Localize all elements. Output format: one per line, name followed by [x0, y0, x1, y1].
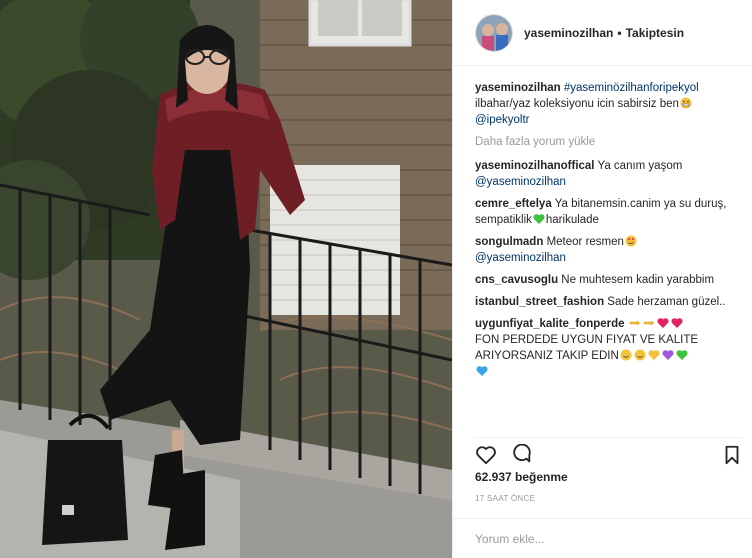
list-item: uygunfiyat_kalite_fonperde FON PERDEDE U… — [475, 316, 743, 380]
comment-input[interactable] — [475, 529, 725, 549]
caption-username[interactable]: yaseminozilhan — [475, 82, 561, 94]
caption: yaseminozilhan #yaseminözilhanforipekyol… — [475, 80, 743, 128]
red-heart-icon — [671, 318, 683, 328]
avatar[interactable] — [475, 13, 513, 52]
comment-icon[interactable] — [511, 444, 533, 466]
pointing-hand-icon — [629, 320, 641, 326]
comment-username[interactable]: cemre_eftelya — [475, 198, 552, 210]
pointing-hand-icon — [643, 320, 655, 326]
wink-emoji-icon — [634, 349, 646, 361]
comment-text: Ne muhtesem kadin yarabbim — [561, 274, 715, 286]
comments-list: yaseminozilhan #yaseminözilhanforipekyol… — [475, 80, 743, 386]
bookmark-icon[interactable] — [721, 444, 743, 466]
list-item: cns_cavusoglu Ne muhtesem kadin yarabbim — [475, 272, 743, 288]
comment-text: Ya canım yaşom — [597, 160, 683, 172]
grimace-emoji-icon — [680, 97, 692, 109]
purple-heart-icon — [662, 350, 674, 360]
post-timestamp[interactable]: 17 SAAT ÖNCE — [475, 494, 535, 503]
list-item: yaseminozilhanoffical Ya canım yaşom @ya… — [475, 158, 743, 190]
post-header: yaseminozilhan • Takiptesin — [453, 0, 752, 66]
list-item: istanbul_street_fashion Sade herzaman gü… — [475, 294, 743, 310]
red-heart-icon — [657, 318, 669, 328]
green-heart-icon — [676, 350, 688, 360]
load-more-comments[interactable]: Daha fazla yorum yükle — [475, 136, 743, 148]
blue-heart-icon — [476, 366, 488, 376]
post-photo-image — [0, 0, 452, 558]
comment-text-2: harikulade — [545, 214, 599, 226]
comment-username[interactable]: uygunfiyat_kalite_fonperde — [475, 318, 625, 330]
header-separator: • — [617, 25, 622, 40]
comment-username[interactable]: songulmadn — [475, 236, 543, 248]
caption-mention[interactable]: @ipekyoltr — [475, 114, 530, 126]
caption-text: ilbahar/yaz koleksiyonu icin sabirsiz be… — [475, 98, 679, 110]
likes-count[interactable]: 62.937 beğenme — [475, 470, 568, 484]
post-actions — [475, 437, 743, 466]
comment-username[interactable]: cns_cavusoglu — [475, 274, 558, 286]
comment-mention[interactable]: @yaseminozilhan — [475, 252, 566, 264]
heart-eyes-emoji-icon — [625, 235, 637, 247]
comment-text: Sade herzaman güzel.. — [607, 296, 726, 308]
heart-icon[interactable] — [475, 444, 497, 466]
comment-username[interactable]: istanbul_street_fashion — [475, 296, 604, 308]
smile-emoji-icon — [620, 349, 632, 361]
green-heart-icon — [533, 214, 545, 224]
comment-username[interactable]: yaseminozilhanoffical — [475, 160, 595, 172]
caption-hashtag[interactable]: #yaseminözilhanforipekyol — [564, 82, 699, 94]
list-item: cemre_eftelya Ya bitanemsin.canim ya su … — [475, 196, 743, 228]
post-photo[interactable] — [0, 0, 452, 558]
header-username[interactable]: yaseminozilhan — [524, 26, 613, 40]
add-comment-bar — [453, 518, 752, 558]
comment-mention[interactable]: @yaseminozilhan — [475, 176, 566, 188]
comment-text: Meteor resmen — [546, 236, 624, 248]
yellow-heart-icon — [648, 350, 660, 360]
follow-status[interactable]: Takiptesin — [626, 26, 684, 40]
post-side-panel: yaseminozilhan • Takiptesin yaseminozilh… — [452, 0, 752, 558]
list-item: songulmadn Meteor resmen @yaseminozilhan — [475, 234, 743, 266]
